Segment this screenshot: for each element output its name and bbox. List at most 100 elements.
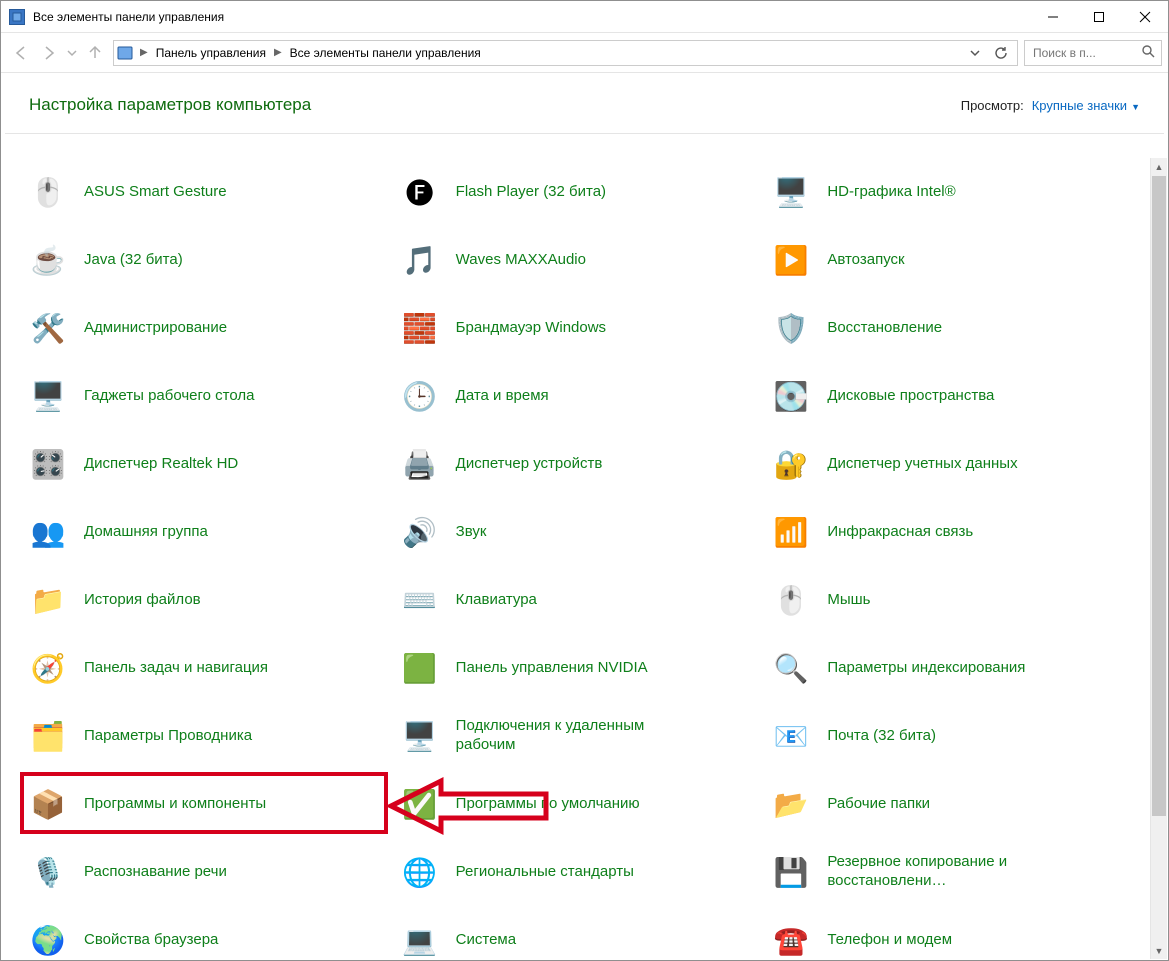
cp-item-java[interactable]: ☕ Java (32 бита) bbox=[26, 236, 390, 284]
cp-item-label: Резервное копирование и восстановлени… bbox=[827, 853, 1067, 891]
cp-item-system[interactable]: 💻 Система bbox=[398, 916, 762, 959]
cp-item-admin-tools[interactable]: 🛠️Администрирование bbox=[26, 304, 390, 352]
cp-item-firewall[interactable]: 🧱Брандмауэр Windows bbox=[398, 304, 762, 352]
search-box[interactable] bbox=[1024, 40, 1162, 66]
recent-locations-button[interactable] bbox=[63, 39, 81, 67]
back-button[interactable] bbox=[7, 39, 35, 67]
scroll-down-button[interactable]: ▼ bbox=[1151, 942, 1167, 959]
page-header: Настройка параметров компьютера Просмотр… bbox=[1, 73, 1168, 133]
cp-item-mail[interactable]: 📧Почта (32 бита) bbox=[769, 712, 1133, 760]
cp-item-label: Подключения к удаленным рабочим bbox=[456, 717, 696, 755]
cp-item-label: Диспетчер учетных данных bbox=[827, 455, 1017, 474]
internet-options-icon: 🌍 bbox=[26, 918, 70, 959]
java-icon: ☕ bbox=[26, 238, 70, 282]
cp-item-default-programs[interactable]: ✅Программы по умолчанию bbox=[398, 780, 762, 828]
cp-item-credential-manager[interactable]: 🔐Диспетчер учетных данных bbox=[769, 440, 1133, 488]
programs-features-icon: 📦 bbox=[26, 782, 70, 826]
cp-item-indexing[interactable]: 🔍Параметры индексирования bbox=[769, 644, 1133, 692]
chevron-right-icon[interactable]: ▶ bbox=[272, 47, 284, 58]
cp-item-label: Программы и компоненты bbox=[84, 795, 266, 814]
breadcrumb-root[interactable]: Панель управления bbox=[150, 46, 272, 60]
up-button[interactable] bbox=[81, 39, 109, 67]
cp-item-label: Java (32 бита) bbox=[84, 251, 183, 270]
cp-item-label: Панель задач и навигация bbox=[84, 659, 268, 678]
cp-item-label: Клавиатура bbox=[456, 591, 537, 610]
cp-item-homegroup[interactable]: 👥Домашняя группа bbox=[26, 508, 390, 556]
cp-item-phone-modem[interactable]: ☎️Телефон и модем bbox=[769, 916, 1133, 959]
flash-icon: 🅕 bbox=[398, 170, 442, 214]
close-button[interactable] bbox=[1122, 1, 1168, 33]
admin-tools-icon: 🛠️ bbox=[26, 306, 70, 350]
cp-item-taskbar[interactable]: 🧭 Панель задач и навигация bbox=[26, 644, 390, 692]
waves-icon: 🎵 bbox=[398, 238, 442, 282]
cp-item-nvidia[interactable]: 🟩Панель управления NVIDIA bbox=[398, 644, 762, 692]
folder-options-icon: 🗂️ bbox=[26, 714, 70, 758]
cp-item-label: ASUS Smart Gesture bbox=[84, 183, 227, 202]
realtek-icon: 🎛️ bbox=[26, 442, 70, 486]
scroll-thumb[interactable] bbox=[1152, 176, 1166, 816]
view-by-dropdown[interactable]: Крупные значки▼ bbox=[1032, 98, 1140, 113]
cp-item-folder-options[interactable]: 🗂️Параметры Проводника bbox=[26, 712, 390, 760]
firewall-icon: 🧱 bbox=[398, 306, 442, 350]
cp-item-recovery[interactable]: 🛡️Восстановление bbox=[769, 304, 1133, 352]
vertical-scrollbar[interactable]: ▲ ▼ bbox=[1150, 158, 1167, 959]
cp-item-device-manager[interactable]: 🖨️Диспетчер устройств bbox=[398, 440, 762, 488]
datetime-icon: 🕒 bbox=[398, 374, 442, 418]
cp-item-label: Программы по умолчанию bbox=[456, 795, 640, 814]
speech-icon: 🎙️ bbox=[26, 850, 70, 894]
remote-desktop-icon: 🖥️ bbox=[398, 714, 442, 758]
cp-item-infrared[interactable]: 📶Инфракрасная связь bbox=[769, 508, 1133, 556]
system-icon: 💻 bbox=[398, 918, 442, 959]
autoplay-icon: ▶️ bbox=[769, 238, 813, 282]
cp-item-label: Waves MAXXAudio bbox=[456, 251, 586, 270]
taskbar-icon: 🧭 bbox=[26, 646, 70, 690]
cp-item-remote-desktop[interactable]: 🖥️ Подключения к удаленным рабочим bbox=[398, 712, 762, 760]
cp-item-asus-gesture[interactable]: 🖱️ASUS Smart Gesture bbox=[26, 168, 390, 216]
mail-icon: 📧 bbox=[769, 714, 813, 758]
cp-item-programs-features[interactable]: 📦 Программы и компоненты bbox=[26, 780, 390, 828]
cp-item-label: История файлов bbox=[84, 591, 201, 610]
chevron-right-icon[interactable]: ▶ bbox=[138, 47, 150, 58]
cp-item-intel[interactable]: 🖥️HD-графика Intel® bbox=[769, 168, 1133, 216]
cp-item-label: Мышь bbox=[827, 591, 870, 610]
breadcrumb-current[interactable]: Все элементы панели управления bbox=[284, 46, 487, 60]
search-input[interactable] bbox=[1031, 45, 1137, 61]
forward-button[interactable] bbox=[35, 39, 63, 67]
cp-item-gadgets[interactable]: 🖥️Гаджеты рабочего стола bbox=[26, 372, 390, 420]
chevron-down-icon: ▼ bbox=[1131, 102, 1140, 112]
work-folders-icon: 📂 bbox=[769, 782, 813, 826]
cp-item-realtek[interactable]: 🎛️Диспетчер Realtek HD bbox=[26, 440, 390, 488]
cp-item-backup[interactable]: 💾 Резервное копирование и восстановлени… bbox=[769, 848, 1133, 896]
intel-icon: 🖥️ bbox=[769, 170, 813, 214]
cp-item-internet-options[interactable]: 🌍Свойства браузера bbox=[26, 916, 390, 959]
cp-item-work-folders[interactable]: 📂Рабочие папки bbox=[769, 780, 1133, 828]
address-dropdown-button[interactable] bbox=[965, 43, 985, 63]
cp-item-mouse[interactable]: 🖱️Мышь bbox=[769, 576, 1133, 624]
address-bar[interactable]: ▶ Панель управления ▶ Все элементы панел… bbox=[113, 40, 1018, 66]
cp-item-speech[interactable]: 🎙️ Распознавание речи bbox=[26, 848, 390, 896]
refresh-button[interactable] bbox=[991, 43, 1011, 63]
cp-item-storage-spaces[interactable]: 💽Дисковые пространства bbox=[769, 372, 1133, 420]
cp-item-label: Дисковые пространства bbox=[827, 387, 994, 406]
minimize-button[interactable] bbox=[1030, 1, 1076, 33]
content-area: 🖱️ASUS Smart Gesture🅕Flash Player (32 би… bbox=[2, 168, 1151, 959]
cp-item-sound[interactable]: 🔊Звук bbox=[398, 508, 762, 556]
scroll-up-button[interactable]: ▲ bbox=[1151, 158, 1167, 175]
region-icon: 🌐 bbox=[398, 850, 442, 894]
cp-item-keyboard[interactable]: ⌨️Клавиатура bbox=[398, 576, 762, 624]
cp-item-file-history[interactable]: 📁История файлов bbox=[26, 576, 390, 624]
cp-item-autoplay[interactable]: ▶️Автозапуск bbox=[769, 236, 1133, 284]
cp-item-datetime[interactable]: 🕒Дата и время bbox=[398, 372, 762, 420]
phone-modem-icon: ☎️ bbox=[769, 918, 813, 959]
titlebar: Все элементы панели управления bbox=[1, 1, 1168, 33]
cp-item-flash[interactable]: 🅕Flash Player (32 бита) bbox=[398, 168, 762, 216]
maximize-button[interactable] bbox=[1076, 1, 1122, 33]
cp-item-waves[interactable]: 🎵 Waves MAXXAudio bbox=[398, 236, 762, 284]
cp-item-label: Система bbox=[456, 931, 516, 950]
cp-item-label: Гаджеты рабочего стола bbox=[84, 387, 254, 406]
cp-item-label: Распознавание речи bbox=[84, 863, 227, 882]
cp-item-region[interactable]: 🌐Региональные стандарты bbox=[398, 848, 762, 896]
backup-icon: 💾 bbox=[769, 850, 813, 894]
cp-item-label: Диспетчер устройств bbox=[456, 455, 603, 474]
infrared-icon: 📶 bbox=[769, 510, 813, 554]
